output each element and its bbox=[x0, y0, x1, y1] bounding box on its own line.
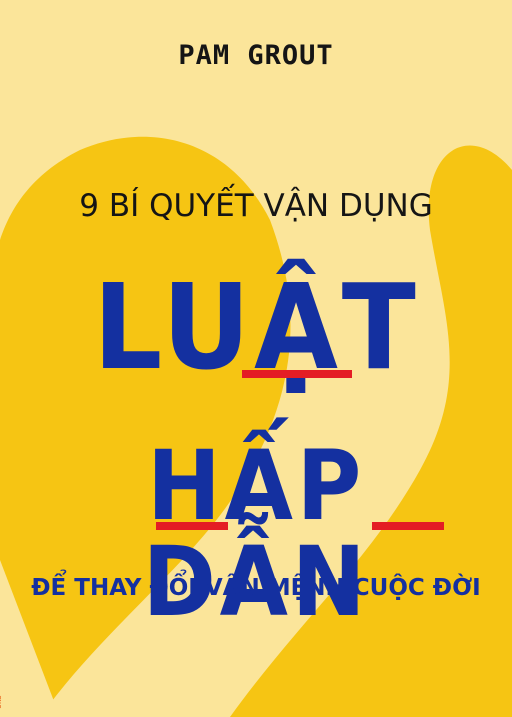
magnet-red-stripe-1 bbox=[242, 370, 352, 378]
author-name: PAM GROUT bbox=[178, 40, 334, 71]
title-line-1-text: LUẬT bbox=[92, 258, 420, 396]
publisher-logo: oks bbox=[0, 695, 3, 709]
book-cover: PAM GROUT 9 BÍ QUYẾT VẬN DỤNG LUẬT HẤP D… bbox=[0, 0, 512, 717]
magnet-red-stripe-2 bbox=[156, 522, 228, 530]
title-line-1: LUẬT bbox=[0, 268, 512, 386]
subtitle: 9 BÍ QUYẾT VẬN DỤNG bbox=[79, 188, 433, 224]
tagline: ĐỂ THAY ĐỔI VẬN MỆNH CUỘC ĐỜI bbox=[31, 575, 481, 601]
title-line-2: HẤP DẪN bbox=[0, 438, 512, 630]
magnet-red-stripe-3 bbox=[372, 522, 444, 530]
title-line-2-text: HẤP DẪN bbox=[142, 430, 370, 638]
